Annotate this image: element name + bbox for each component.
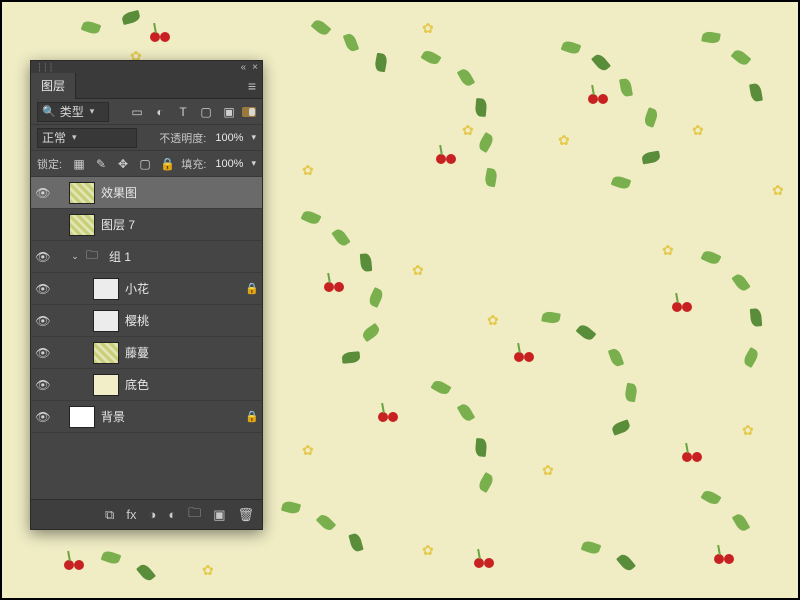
layer-thumbnail[interactable] — [93, 310, 119, 332]
layer-row[interactable]: 👁 樱桃 — [31, 305, 262, 337]
lock-row: 锁定: ▦ ✎ ✥ ▢ 🔒 填充: 100% ▾ — [31, 151, 262, 177]
visibility-toggle[interactable]: 👁 — [31, 314, 55, 328]
image-icon[interactable]: ▭ — [130, 105, 144, 119]
close-icon[interactable]: × — [252, 62, 258, 73]
adjustment-icon[interactable]: ◐ — [168, 507, 176, 522]
filter-icons: ▭ ◐ T ▢ ▣ — [130, 105, 236, 119]
layer-thumbnail[interactable] — [93, 342, 119, 364]
panel-tabs: 图层 ≡ — [31, 73, 262, 99]
layer-thumbnail[interactable] — [93, 374, 119, 396]
tab-layers[interactable]: 图层 — [31, 73, 76, 99]
panel-grip[interactable]: ┆┆┆ — [37, 63, 54, 72]
all-icon[interactable]: 🔒 — [160, 157, 174, 171]
layer-row[interactable]: 👁 藤蔓 — [31, 337, 262, 369]
layer-thumbnail[interactable] — [69, 406, 95, 428]
blend-opacity-row: 正常 ▾ 不透明度: 100% ▾ — [31, 125, 262, 151]
chevron-down-icon[interactable]: ▾ — [251, 132, 256, 143]
group-icon[interactable]: 🗀 — [188, 504, 201, 526]
visibility-toggle[interactable]: 👁 — [31, 186, 55, 200]
artboard-nest-icon[interactable]: ▢ — [138, 157, 152, 171]
layer-thumbnail[interactable] — [69, 182, 95, 204]
shape-icon[interactable]: ▢ — [199, 105, 213, 119]
panel-footer: ⧉ fx ◑ ◐ 🗀 ▣ 🗑 — [31, 499, 262, 529]
folder-icon: 🗀 — [81, 248, 103, 266]
layer-name[interactable]: 组 1 — [109, 248, 242, 265]
new-layer-icon[interactable]: ▣ — [213, 507, 225, 523]
visibility-toggle[interactable]: 👁 — [31, 410, 55, 424]
fill-value[interactable]: 100% — [215, 158, 243, 170]
lock-label: 锁定: — [37, 156, 62, 172]
layer-row[interactable]: 👁 底色 — [31, 369, 262, 401]
fx-icon[interactable]: fx — [126, 507, 136, 522]
filter-toggle[interactable] — [242, 107, 256, 117]
lock-icons: ▦ ✎ ✥ ▢ 🔒 — [72, 157, 174, 171]
visibility-toggle[interactable]: 👁 — [31, 282, 55, 296]
visibility-toggle[interactable]: 👁 — [31, 250, 55, 264]
layer-lock-icon[interactable]: 🔒 — [242, 410, 262, 423]
visibility-toggle[interactable]: 👁 — [31, 378, 55, 392]
chevron-down-icon: ▾ — [90, 106, 95, 117]
layers-list: 👁效果图图层 7👁⌄🗀组 1👁小花🔒👁樱桃👁藤蔓👁底色👁背景🔒 — [31, 177, 262, 483]
layer-name[interactable]: 底色 — [125, 376, 242, 393]
brush-icon[interactable]: ✎ — [94, 157, 108, 171]
layer-name[interactable]: 图层 7 — [101, 216, 242, 233]
layer-thumbnail[interactable] — [69, 214, 95, 236]
collapse-icon[interactable]: « — [241, 62, 247, 73]
panel-menu-icon[interactable]: ≡ — [248, 78, 256, 94]
layer-row[interactable]: 图层 7 — [31, 209, 262, 241]
blend-mode-select[interactable]: 正常 ▾ — [37, 128, 137, 148]
kind-label: 类型 — [60, 103, 84, 120]
blend-mode-label: 正常 — [42, 129, 66, 146]
panel-topbar: ┆┆┆ « × — [31, 61, 262, 73]
layer-name[interactable]: 樱桃 — [125, 312, 242, 329]
mask-icon[interactable]: ◑ — [148, 507, 156, 522]
adjustment-icon[interactable]: ◐ — [153, 105, 167, 119]
chevron-down-icon[interactable]: ▾ — [251, 158, 256, 169]
layer-row[interactable]: 👁 背景🔒 — [31, 401, 262, 433]
filter-row: 🔍 类型 ▾ ▭ ◐ T ▢ ▣ — [31, 99, 262, 125]
delete-icon[interactable]: 🗑 — [237, 507, 254, 523]
chevron-down-icon: ▾ — [72, 132, 77, 143]
layer-name[interactable]: 效果图 — [101, 184, 242, 201]
transparency-icon[interactable]: ▦ — [72, 157, 86, 171]
layer-row[interactable]: 👁 小花🔒 — [31, 273, 262, 305]
kind-select[interactable]: 🔍 类型 ▾ — [37, 102, 109, 122]
position-icon[interactable]: ✥ — [116, 157, 130, 171]
type-icon[interactable]: T — [176, 105, 190, 119]
opacity-value[interactable]: 100% — [215, 132, 243, 144]
layer-name[interactable]: 小花 — [125, 280, 242, 297]
layers-panel: ┆┆┆ « × 图层 ≡ 🔍 类型 ▾ ▭ ◐ T ▢ ▣ 正常 ▾ 不透明度: 100… — [30, 60, 263, 530]
link-icon[interactable]: ⧉ — [105, 507, 114, 523]
layer-name[interactable]: 背景 — [101, 408, 242, 425]
opacity-label: 不透明度: — [159, 130, 206, 146]
visibility-toggle[interactable]: 👁 — [31, 346, 55, 360]
layer-thumbnail[interactable] — [93, 278, 119, 300]
fold-toggle[interactable]: ⌄ — [69, 251, 81, 262]
layer-name[interactable]: 藤蔓 — [125, 344, 242, 361]
layer-lock-icon[interactable]: 🔒 — [242, 282, 262, 295]
search-icon: 🔍 — [42, 105, 56, 118]
layer-row[interactable]: 👁 ⌄🗀 组 1 — [31, 241, 262, 273]
fill-label: 填充: — [181, 156, 206, 172]
smart-icon[interactable]: ▣ — [222, 105, 236, 119]
layer-row[interactable]: 👁 效果图 — [31, 177, 262, 209]
